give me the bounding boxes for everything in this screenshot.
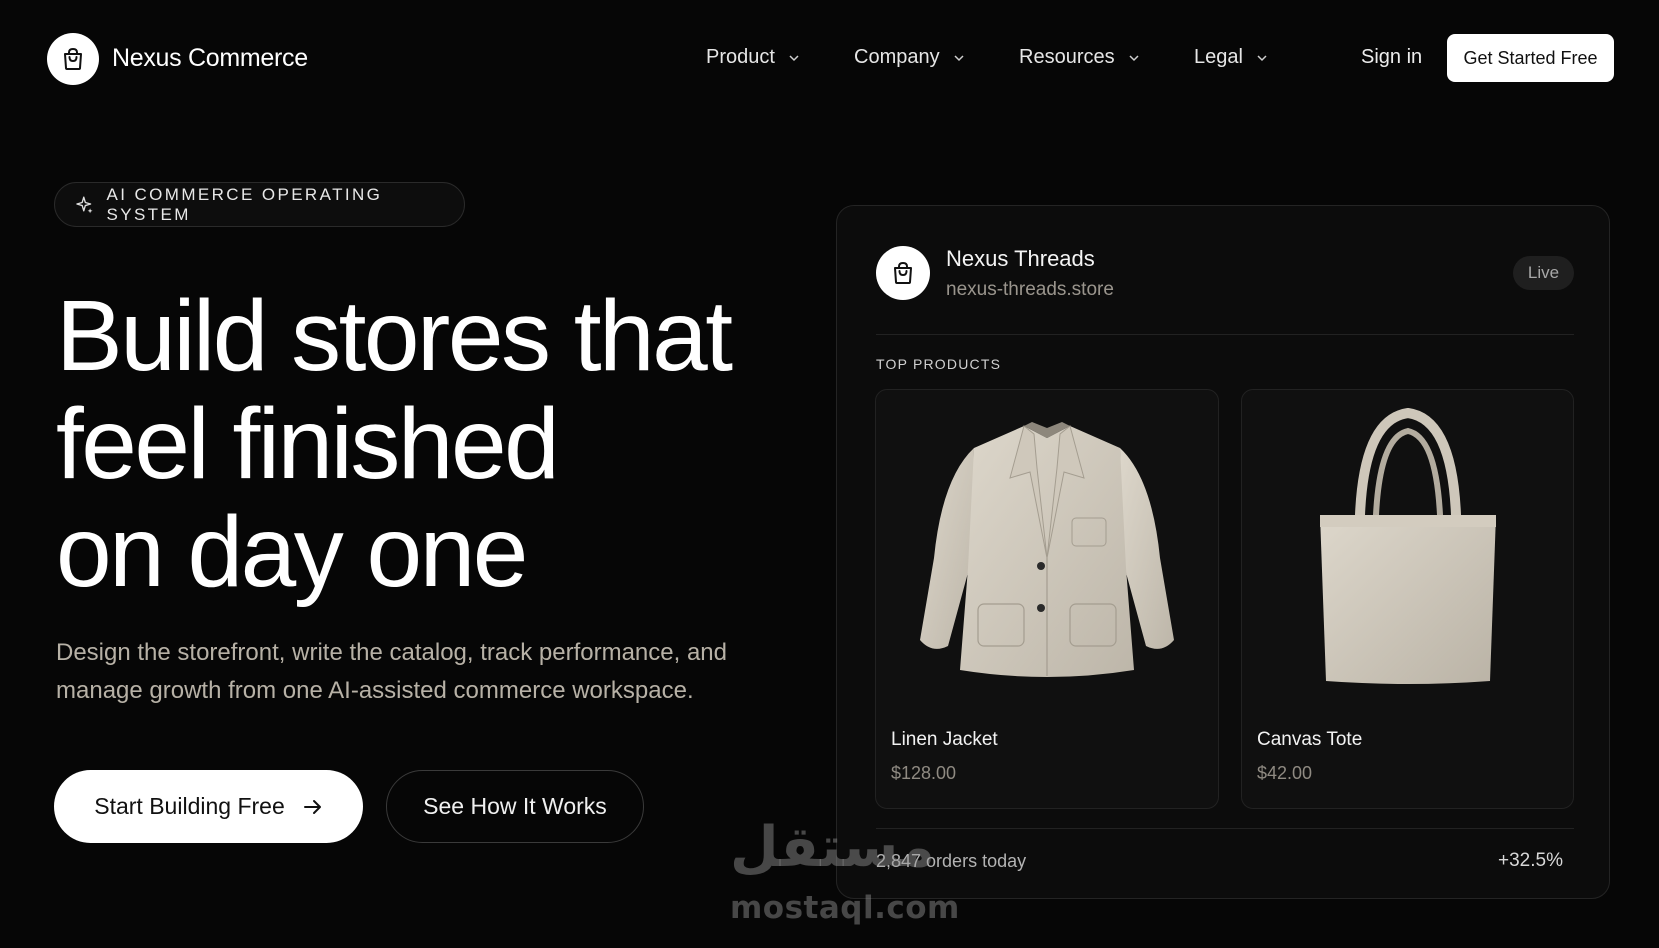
card-divider-top	[876, 334, 1574, 335]
nav-company[interactable]: Company	[854, 46, 966, 69]
store-avatar	[876, 246, 930, 300]
nav-product[interactable]: Product	[706, 46, 801, 69]
product-card-linen-jacket[interactable]: Linen Jacket $128.00	[875, 389, 1219, 809]
nav-product-label: Product	[706, 46, 775, 68]
status-badge: Live	[1513, 256, 1574, 290]
hero-badge-text: AI COMMERCE OPERATING SYSTEM	[106, 184, 383, 224]
sign-in-link[interactable]: Sign in	[1361, 46, 1422, 69]
product-price: $42.00	[1257, 763, 1313, 783]
start-building-button[interactable]: Start Building Free	[54, 770, 363, 843]
product-image-linen-jacket	[876, 390, 1218, 705]
watermark-latin: mostaql.com	[730, 890, 960, 926]
logo[interactable]	[47, 33, 99, 85]
hero-headline: Build stores that feel finished on day o…	[56, 282, 776, 606]
product-name: Linen Jacket	[891, 729, 998, 750]
see-how-it-works-button[interactable]: See How It Works	[386, 770, 644, 843]
store-preview-card: Nexus Threads nexus-threads.store Live T…	[836, 205, 1610, 899]
store-url[interactable]: nexus-threads.store	[946, 279, 1114, 301]
product-card-canvas-tote[interactable]: Canvas Tote $42.00	[1241, 389, 1574, 809]
chevron-down-icon	[1257, 54, 1267, 61]
store-name: Nexus Threads	[946, 246, 1095, 271]
chevron-down-icon	[954, 54, 964, 61]
arrow-right-icon	[303, 799, 321, 814]
product-image-canvas-tote	[1242, 390, 1573, 705]
nav-legal-label: Legal	[1194, 46, 1243, 68]
watermark-arabic: مستقل	[730, 815, 935, 880]
headline-line-1: Build stores that	[56, 280, 733, 392]
top-products-label: TOP PRODUCTS	[876, 356, 1002, 372]
get-started-button[interactable]: Get Started Free	[1447, 34, 1614, 82]
nav-company-label: Company	[854, 46, 940, 68]
nav-resources-label: Resources	[1019, 46, 1115, 68]
headline-line-2: feel finished	[56, 388, 560, 500]
hero-badge: AI COMMERCE OPERATING SYSTEM	[54, 182, 465, 227]
brand-name[interactable]: Nexus Commerce	[112, 44, 308, 73]
chevron-down-icon	[1129, 54, 1139, 61]
shopping-bag-icon	[894, 261, 912, 284]
headline-line-3: on day one	[56, 496, 528, 608]
card-divider-bottom	[876, 828, 1574, 829]
product-name: Canvas Tote	[1257, 729, 1363, 750]
product-price: $128.00	[891, 763, 957, 783]
top-nav: Nexus Commerce Product Company Resources…	[0, 0, 1659, 118]
sparkle-icon	[76, 196, 93, 213]
chevron-down-icon	[789, 54, 799, 61]
hero-subheadline: Design the storefront, write the catalog…	[56, 639, 728, 704]
growth-stat: +32.5%	[1498, 850, 1563, 871]
start-building-label: Start Building Free	[94, 793, 285, 819]
shopping-bag-icon	[64, 47, 82, 70]
nav-resources[interactable]: Resources	[1019, 46, 1141, 69]
nav-legal[interactable]: Legal	[1194, 46, 1269, 69]
